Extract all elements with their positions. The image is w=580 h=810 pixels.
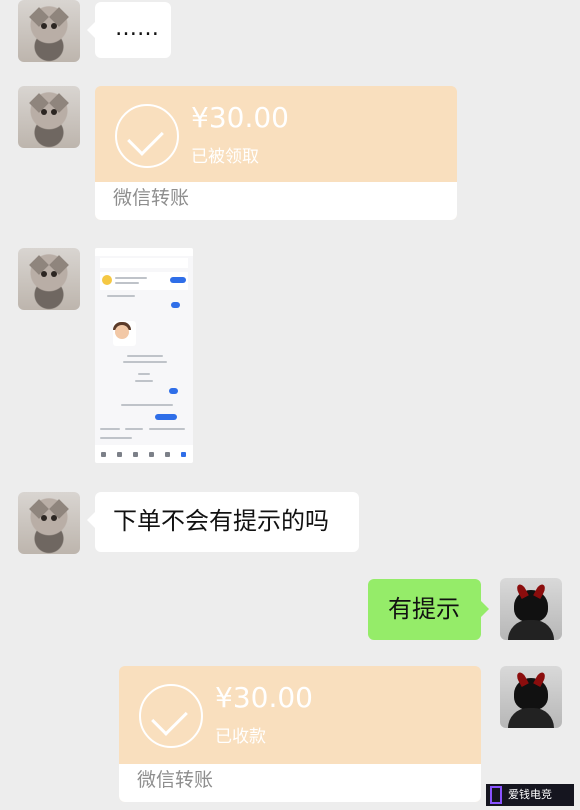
phone-bar-icon (117, 452, 122, 457)
phone-text-line (100, 428, 120, 430)
transfer-card-top: ¥30.00 已被领取 (95, 86, 457, 186)
outgoing-transfer-card[interactable]: ¥30.00 已收款 微信转账 (119, 666, 481, 802)
incoming-text-message[interactable]: …… (87, 2, 171, 58)
message-text: …… (115, 16, 159, 41)
phone-text-line (125, 428, 143, 430)
transfer-card-footer: 微信转账 (95, 182, 457, 220)
transfer-status: 已被领取 (191, 147, 259, 167)
watermark-logo-icon (490, 786, 502, 804)
watermark-logo: 爱钱电竞 (486, 784, 574, 806)
phone-text-line (115, 282, 139, 284)
transfer-card-top: ¥30.00 已收款 (119, 666, 481, 766)
phone-text-line (123, 361, 167, 363)
message-text: 下单不会有提示的吗 (113, 507, 329, 535)
phone-text-line (135, 380, 153, 382)
phone-character-face-icon (115, 325, 129, 339)
incoming-transfer-card[interactable]: ¥30.00 已被领取 微信转账 (95, 86, 457, 220)
phone-bottom-bar (95, 445, 193, 463)
phone-follow-button (170, 277, 186, 283)
phone-text-line (115, 277, 147, 279)
phone-bar-icon (165, 452, 170, 457)
cat-avatar-eye-left-icon (41, 515, 47, 521)
image-message-phone-screenshot[interactable] (95, 248, 193, 463)
cat-avatar-eye-right-icon (51, 271, 57, 277)
phone-profile-avatar-icon (102, 275, 112, 285)
cat-avatar-eye-right-icon (51, 109, 57, 115)
my-avatar[interactable] (500, 578, 562, 640)
phone-text-line (107, 295, 135, 297)
cat-avatar-eye-right-icon (51, 23, 57, 29)
phone-bar-icon (101, 452, 106, 457)
phone-bar-icon (181, 452, 186, 457)
rider-body-icon (508, 620, 554, 640)
transfer-check-icon (139, 684, 203, 748)
phone-blue-message (171, 302, 180, 308)
transfer-check-icon (115, 104, 179, 168)
phone-blue-message (155, 414, 177, 420)
phone-status-bar (95, 248, 193, 256)
phone-text-line (138, 373, 150, 375)
rider-body-icon (508, 708, 554, 728)
phone-bar-icon (149, 452, 154, 457)
phone-text-line (121, 404, 173, 406)
watermark-text: 爱钱电竞 (508, 788, 552, 801)
transfer-label: 微信转账 (137, 769, 214, 791)
phone-chat-header (100, 258, 188, 268)
cat-avatar-eye-left-icon (41, 271, 47, 277)
outgoing-text-message[interactable]: 有提示 (368, 579, 489, 640)
phone-bar-icon (133, 452, 138, 457)
contact-avatar[interactable] (18, 492, 80, 554)
cat-avatar-eye-right-icon (51, 515, 57, 521)
transfer-amount: ¥30.00 (215, 681, 313, 714)
phone-text-line (149, 428, 185, 430)
transfer-label: 微信转账 (113, 187, 190, 209)
cat-avatar-eye-left-icon (41, 23, 47, 29)
phone-text-line (100, 437, 132, 439)
transfer-amount: ¥30.00 (191, 101, 289, 134)
phone-text-line (127, 355, 163, 357)
cat-avatar-eye-left-icon (41, 109, 47, 115)
phone-blue-message (169, 388, 178, 394)
transfer-card-footer: 微信转账 (119, 764, 481, 802)
contact-avatar[interactable] (18, 248, 80, 310)
transfer-status: 已收款 (215, 727, 266, 747)
contact-avatar[interactable] (18, 86, 80, 148)
contact-avatar[interactable] (18, 0, 80, 62)
incoming-text-message[interactable]: 下单不会有提示的吗 (87, 492, 359, 552)
my-avatar[interactable] (500, 666, 562, 728)
message-text: 有提示 (388, 595, 460, 623)
